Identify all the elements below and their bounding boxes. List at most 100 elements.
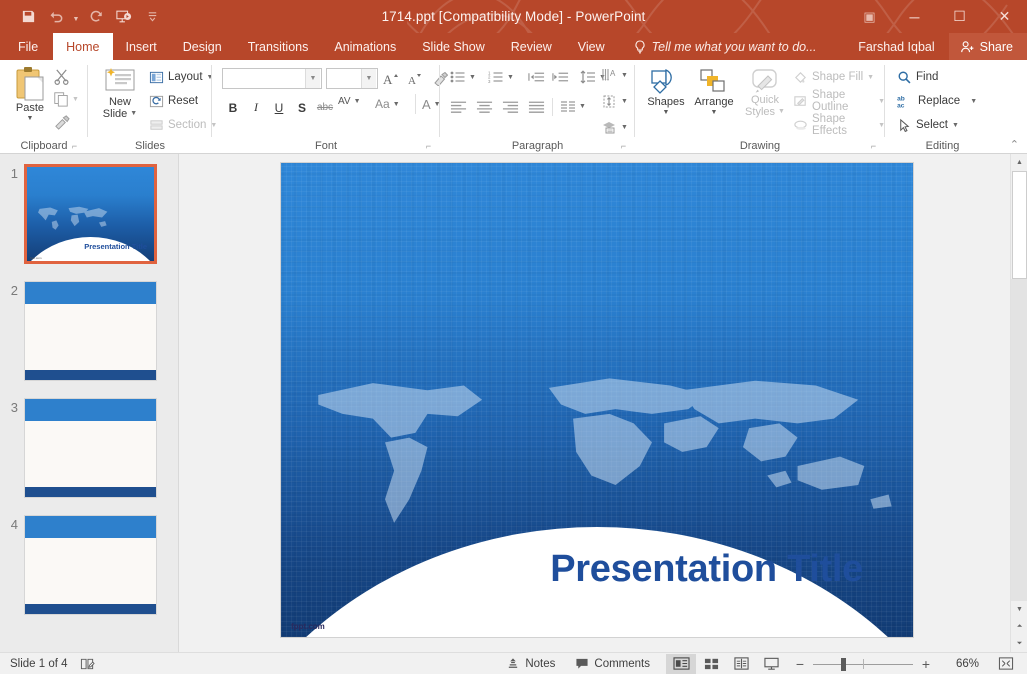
share-button[interactable]: Share — [948, 33, 1027, 60]
thumbnail-slide-2[interactable] — [24, 281, 157, 381]
collapse-ribbon-button[interactable]: ⌃ — [1010, 138, 1019, 151]
zoom-slider-thumb[interactable] — [841, 657, 846, 671]
shapes-dropdown-icon[interactable]: ▼ — [663, 108, 670, 117]
font-size-combo[interactable]: ▼ — [326, 68, 378, 89]
slide-title-text[interactable]: Presentation Title — [550, 548, 863, 591]
thumbnail-slide-1[interactable]: Presentation Title fppt.com — [24, 164, 157, 264]
align-center-button[interactable] — [476, 100, 493, 118]
arrange-dropdown-icon[interactable]: ▼ — [711, 108, 718, 117]
scroll-down-arrow-icon[interactable]: ▼ — [1011, 601, 1027, 618]
layout-button[interactable]: Layout ▼ — [149, 66, 213, 88]
paste-dropdown-icon[interactable]: ▼ — [27, 114, 34, 123]
view-slideshow-button[interactable] — [756, 654, 786, 674]
change-case-button[interactable]: Aa ▼ — [375, 97, 400, 111]
tab-home[interactable]: Home — [53, 33, 113, 60]
text-direction-button[interactable]: A ▼ — [602, 68, 628, 83]
format-painter-icon[interactable] — [53, 114, 70, 131]
maximize-icon[interactable]: ☐ — [937, 0, 982, 33]
arrange-button[interactable]: Arrange ▼ — [690, 68, 738, 117]
notes-page-icon[interactable] — [80, 657, 95, 671]
text-direction-dropdown-icon[interactable]: ▼ — [621, 72, 628, 79]
notes-button[interactable]: Notes — [496, 653, 565, 674]
close-icon[interactable]: ✕ — [982, 0, 1027, 33]
zoom-percentage[interactable]: 66% — [939, 658, 979, 670]
numbering-button[interactable]: 123 ▼ — [488, 70, 514, 84]
replace-dropdown-icon[interactable]: ▼ — [970, 98, 977, 105]
tab-animations[interactable]: Animations — [321, 33, 409, 60]
select-button[interactable]: Select ▼ — [897, 114, 959, 136]
decrease-indent-button[interactable] — [528, 70, 545, 89]
text-shadow-button[interactable]: S — [291, 97, 313, 118]
shape-outline-button[interactable]: Shape Outline ▼ — [793, 89, 885, 113]
thumbnail-item-2[interactable]: 2 — [0, 281, 178, 381]
zoom-out-button[interactable]: − — [794, 656, 806, 672]
numbering-dropdown-icon[interactable]: ▼ — [507, 74, 514, 81]
view-reading-button[interactable] — [726, 654, 756, 674]
next-slide-button[interactable]: ⏷ — [1011, 635, 1027, 652]
shape-fill-button[interactable]: Shape Fill ▼ — [793, 66, 874, 88]
zoom-slider[interactable] — [813, 657, 913, 671]
bullets-button[interactable]: ▼ — [450, 70, 476, 84]
font-size-input[interactable] — [327, 69, 361, 88]
copy-button[interactable]: ▼ — [53, 91, 79, 107]
shape-fill-dropdown-icon[interactable]: ▼ — [867, 74, 874, 81]
tab-transitions[interactable]: Transitions — [235, 33, 322, 60]
bold-button[interactable]: B — [222, 97, 244, 118]
view-slide-sorter-button[interactable] — [696, 654, 726, 674]
fit-to-window-button[interactable] — [991, 654, 1021, 674]
drawing-dialog-launcher-icon[interactable]: ⌐ — [868, 140, 879, 151]
previous-slide-button[interactable]: ⏶ — [1011, 618, 1027, 635]
font-color-button[interactable]: A ▼ — [422, 97, 441, 112]
zoom-in-button[interactable]: + — [920, 656, 932, 672]
tab-review[interactable]: Review — [498, 33, 565, 60]
tell-me-search[interactable]: Tell me what you want to do... — [634, 33, 817, 60]
underline-button[interactable]: U — [268, 97, 290, 118]
justify-button[interactable] — [528, 100, 545, 118]
decrease-font-size-icon[interactable]: A — [404, 68, 426, 89]
section-button[interactable]: Section ▼ — [149, 114, 217, 136]
clipboard-dialog-launcher-icon[interactable]: ⌐ — [69, 140, 80, 151]
shapes-button[interactable]: Shapes ▼ — [644, 68, 688, 117]
align-text-button[interactable]: ▼ — [602, 94, 628, 109]
smartart-dropdown-icon[interactable]: ▼ — [621, 124, 628, 131]
new-slide-button[interactable]: New Slide ▼ — [96, 66, 144, 120]
shape-effects-button[interactable]: Shape Effects ▼ — [793, 113, 885, 137]
thumbnail-slide-4[interactable] — [24, 515, 157, 615]
scrollbar-thumb[interactable] — [1012, 171, 1027, 279]
quick-styles-button[interactable]: Quick Styles ▼ — [742, 68, 788, 118]
strikethrough-button[interactable]: abc — [314, 97, 336, 118]
columns-dropdown-icon[interactable]: ▼ — [579, 103, 586, 110]
slide-vertical-scrollbar[interactable]: ▲ ▼ ⏶ ⏷ — [1010, 154, 1027, 652]
current-slide[interactable]: Presentation Title fppt.com — [281, 163, 913, 637]
paste-button[interactable]: Paste ▼ — [8, 66, 52, 123]
copy-dropdown-icon[interactable]: ▼ — [72, 96, 79, 103]
tab-file[interactable]: File — [0, 33, 53, 60]
view-normal-button[interactable] — [666, 653, 696, 674]
bullets-dropdown-icon[interactable]: ▼ — [469, 74, 476, 81]
font-size-dropdown-icon[interactable]: ▼ — [361, 69, 376, 88]
increase-indent-button[interactable] — [552, 70, 569, 89]
find-button[interactable]: Find — [897, 66, 938, 88]
font-name-combo[interactable]: ▼ — [222, 68, 322, 89]
minimize-icon[interactable]: ─ — [892, 0, 937, 33]
align-right-button[interactable] — [502, 100, 519, 118]
character-spacing-dropdown-icon[interactable]: ▼ — [354, 98, 361, 105]
reset-button[interactable]: Reset — [149, 90, 198, 112]
scroll-up-arrow-icon[interactable]: ▲ — [1011, 154, 1027, 171]
select-dropdown-icon[interactable]: ▼ — [952, 122, 959, 129]
italic-button[interactable]: I — [245, 97, 267, 118]
comments-button[interactable]: Comments — [565, 653, 660, 674]
tab-design[interactable]: Design — [170, 33, 235, 60]
zoom-control[interactable]: − + 66% — [786, 656, 987, 672]
change-case-dropdown-icon[interactable]: ▼ — [393, 101, 400, 108]
columns-button[interactable]: ▼ — [560, 100, 586, 113]
tab-view[interactable]: View — [565, 33, 618, 60]
increase-font-size-icon[interactable]: A — [380, 68, 402, 89]
thumbnail-item-3[interactable]: 3 — [0, 398, 178, 498]
tab-insert[interactable]: Insert — [113, 33, 170, 60]
align-left-button[interactable] — [450, 100, 467, 118]
new-slide-dropdown-icon[interactable]: ▼ — [130, 108, 137, 120]
scrollbar-track[interactable] — [1011, 279, 1027, 601]
slide-thumbnail-pane[interactable]: 1 Presentation Title fppt.com 2 3 4 — [0, 154, 179, 652]
ribbon-display-options-icon[interactable]: ▣ — [847, 0, 892, 33]
